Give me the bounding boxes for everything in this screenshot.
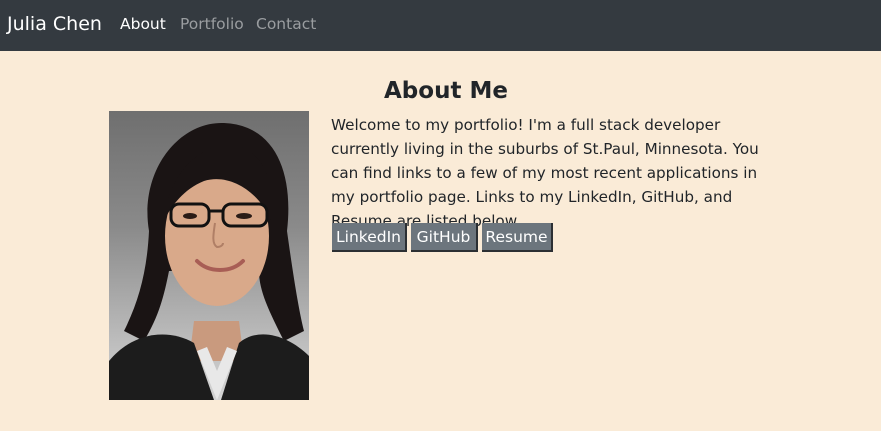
nav-link-portfolio[interactable]: Portfolio bbox=[180, 14, 244, 34]
profile-photo-illustration bbox=[109, 122, 309, 400]
linkedin-button[interactable]: LinkedIn bbox=[332, 223, 407, 252]
github-button[interactable]: GitHub bbox=[411, 223, 478, 252]
brand-link[interactable]: Julia Chen bbox=[7, 12, 102, 36]
navbar: Julia Chen About Portfolio Contact bbox=[0, 0, 881, 51]
nav-link-about[interactable]: About bbox=[120, 14, 166, 34]
nav-link-contact[interactable]: Contact bbox=[256, 14, 316, 34]
resume-button[interactable]: Resume bbox=[482, 223, 553, 252]
page-title: About Me bbox=[384, 78, 508, 104]
profile-photo bbox=[109, 111, 309, 400]
bio-text: Welcome to my portfolio! I'm a full stac… bbox=[331, 116, 759, 230]
